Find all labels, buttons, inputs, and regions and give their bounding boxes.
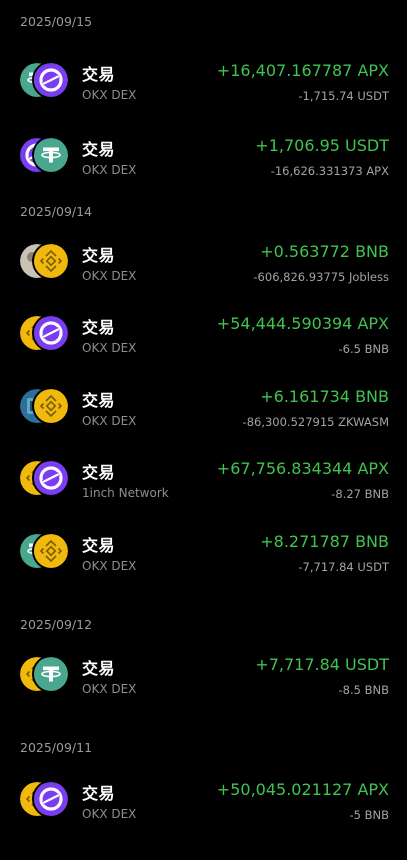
transaction-source: OKX DEX (82, 269, 137, 283)
received-amount: +1,706.95 USDT (255, 136, 389, 155)
token-pair-icons (20, 534, 70, 570)
transaction-row[interactable]: 交易 OKX DEX +0.563772 BNB -606,826.93775 … (0, 230, 407, 294)
transaction-type: 交易 (82, 659, 116, 678)
apx-icon (34, 316, 68, 350)
transaction-source: OKX DEX (82, 682, 137, 696)
date-header: 2025/09/15 (20, 14, 93, 29)
transaction-source: OKX DEX (82, 807, 137, 821)
transaction-source: OKX DEX (82, 88, 137, 102)
token-pair-icons (20, 316, 70, 352)
transaction-source: OKX DEX (82, 414, 137, 428)
apx-icon (34, 782, 68, 816)
received-amount: +8.271787 BNB (260, 532, 389, 551)
received-amount: +54,444.590394 APX (216, 314, 389, 333)
received-amount: +67,756.834344 APX (216, 459, 389, 478)
sent-amount: -16,626.331373 APX (270, 164, 389, 178)
transaction-row[interactable]: 交易 OKX DEX +8.271787 BNB -7,717.84 USDT (0, 520, 407, 584)
token-pair-icons (20, 657, 70, 693)
token-pair-icons (20, 63, 70, 99)
received-amount: +6.161734 BNB (260, 387, 389, 406)
date-header: 2025/09/14 (20, 204, 93, 219)
received-amount: +0.563772 BNB (260, 242, 389, 261)
transaction-row[interactable]: 交易 OKX DEX +54,444.590394 APX -6.5 BNB (0, 302, 407, 366)
bnb-icon (34, 534, 68, 568)
date-header: 2025/09/12 (20, 617, 93, 632)
sent-amount: -606,826.93775 Jobless (253, 270, 389, 284)
usdt-icon (34, 657, 68, 691)
transaction-type: 交易 (82, 65, 116, 84)
transaction-type: 交易 (82, 140, 116, 159)
transaction-row[interactable]: 交易 OKX DEX +50,045.021127 APX -5 BNB (0, 768, 407, 832)
transaction-row[interactable]: 交易 1inch Network +67,756.834344 APX -8.2… (0, 447, 407, 511)
transaction-source: OKX DEX (82, 163, 137, 177)
sent-amount: -8.5 BNB (338, 683, 389, 697)
sent-amount: -6.5 BNB (338, 342, 389, 356)
transaction-row[interactable]: 交易 OKX DEX +6.161734 BNB -86,300.527915 … (0, 375, 407, 439)
sent-amount: -5 BNB (349, 808, 389, 822)
sent-amount: -1,715.74 USDT (298, 89, 389, 103)
token-pair-icons (20, 244, 70, 280)
apx-icon (34, 63, 68, 97)
token-pair-icons (20, 461, 70, 497)
transaction-type: 交易 (82, 391, 116, 410)
token-pair-icons (20, 138, 70, 174)
received-amount: +16,407.167787 APX (216, 61, 389, 80)
transaction-row[interactable]: 交易 OKX DEX +16,407.167787 APX -1,715.74 … (0, 49, 407, 113)
sent-amount: -7,717.84 USDT (298, 560, 389, 574)
received-amount: +50,045.021127 APX (216, 780, 389, 799)
token-pair-icons (20, 782, 70, 818)
date-header: 2025/09/11 (20, 740, 93, 755)
transaction-type: 交易 (82, 463, 116, 482)
sent-amount: -86,300.527915 ZKWASM (242, 415, 389, 429)
transaction-row[interactable]: 交易 OKX DEX +7,717.84 USDT -8.5 BNB (0, 643, 407, 707)
usdt-icon (34, 138, 68, 172)
token-pair-icons (20, 389, 70, 425)
bnb-icon (34, 389, 68, 423)
received-amount: +7,717.84 USDT (255, 655, 389, 674)
bnb-icon (34, 244, 68, 278)
transaction-type: 交易 (82, 784, 116, 803)
transaction-type: 交易 (82, 536, 116, 555)
transaction-row[interactable]: 交易 OKX DEX +1,706.95 USDT -16,626.331373… (0, 124, 407, 188)
transaction-source: 1inch Network (82, 486, 169, 500)
transaction-source: OKX DEX (82, 341, 137, 355)
transaction-type: 交易 (82, 246, 116, 265)
transaction-type: 交易 (82, 318, 116, 337)
transaction-source: OKX DEX (82, 559, 137, 573)
sent-amount: -8.27 BNB (331, 487, 389, 501)
apx-icon (34, 461, 68, 495)
